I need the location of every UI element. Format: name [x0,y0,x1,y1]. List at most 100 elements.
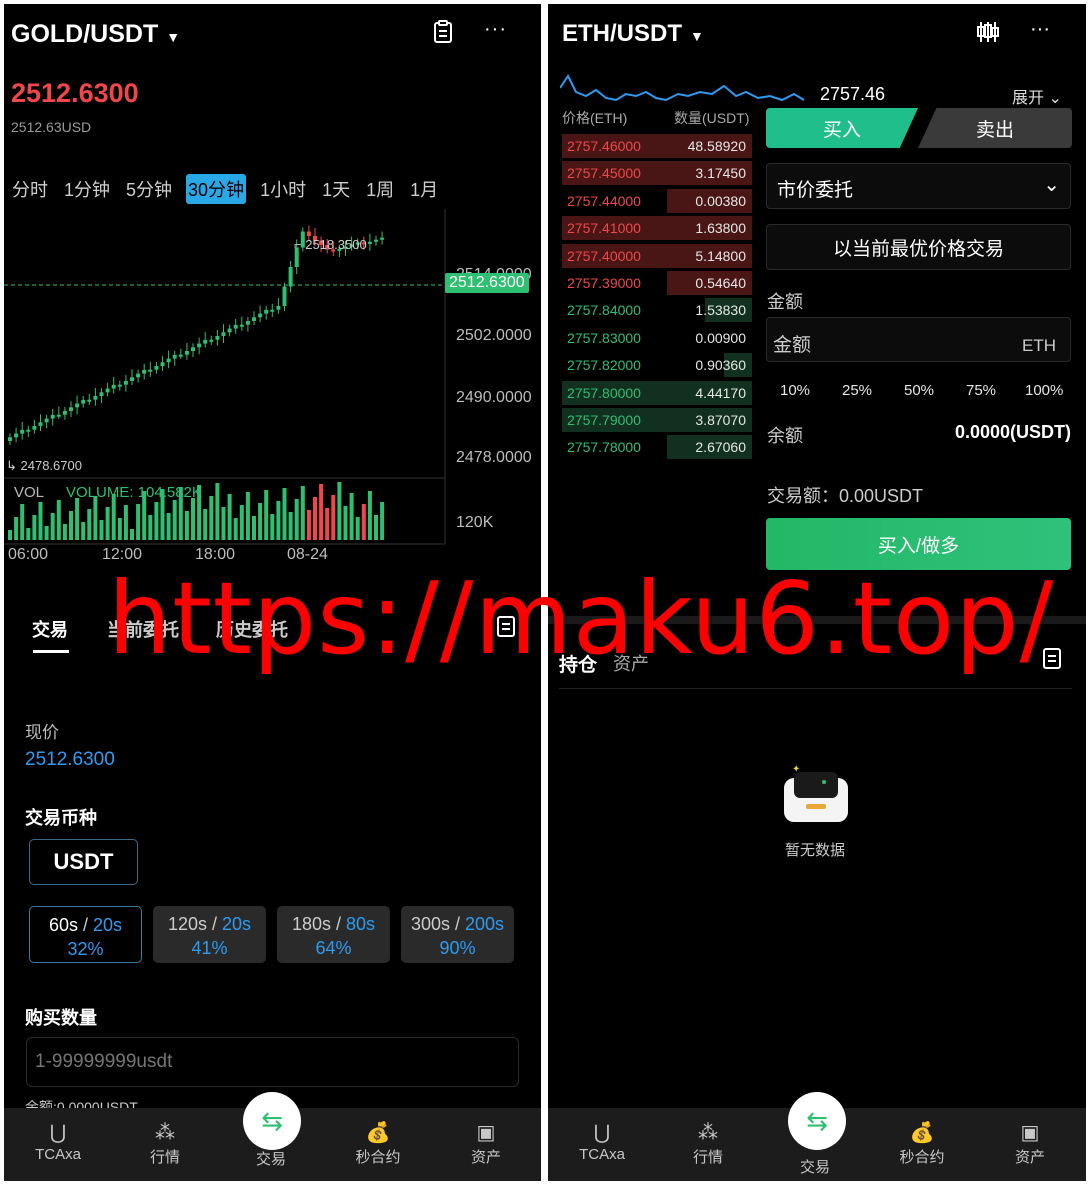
swap-icon[interactable]: ⇆ [788,1092,846,1150]
pct-75[interactable]: 75% [966,382,996,399]
swap-icon[interactable]: ⇆ [243,1092,301,1150]
ob-qty: 5.14800 [695,247,746,264]
magnet-icon: ⋃ [593,1122,611,1144]
candle-body [154,366,159,370]
bid-row[interactable]: 2757.80000 4.44170 [562,380,752,405]
kline-toggle-icon[interactable] [976,20,1000,49]
bid-row[interactable]: 2757.78000 2.67060 [562,435,752,460]
timeframe-7[interactable]: 1月 [408,174,440,204]
tab-assets[interactable]: 资产 [613,650,649,676]
pair-selector[interactable]: GOLD/USDT ▼ [11,20,180,49]
candle-body [197,343,202,348]
spark-price: 2757.46 [820,84,886,104]
duration-option[interactable]: 120s / 20s 41% [153,906,266,963]
x-tick: 06:00 [8,546,49,563]
timeframe-6[interactable]: 1周 [364,174,396,204]
tab-positions[interactable]: 持仓 [559,650,597,677]
duration-option[interactable]: 60s / 20s 32% [29,906,142,963]
candle-body [367,241,372,244]
timeframe-0[interactable]: 分时 [10,174,50,204]
volume-bar [270,514,275,540]
timeframe-1[interactable]: 1分钟 [62,174,112,204]
order-list-icon[interactable] [1042,646,1062,675]
ob-qty: 3.17450 [695,165,746,182]
nav-contract[interactable]: 💰 秒合约 [338,1120,418,1167]
timeframe-2[interactable]: 5分钟 [124,174,174,204]
tab-history-orders[interactable]: 历史委托 [216,616,288,642]
volume-bar [319,484,324,540]
nav-assets[interactable]: ▣ 资产 [446,1120,526,1167]
timeframe-3[interactable]: 30分钟 [186,174,247,204]
bid-row[interactable]: 2757.83000 0.00900 [562,326,752,350]
option-rate: 41% [191,938,228,958]
ask-row[interactable]: 2757.45000 3.17450 [562,161,752,186]
qty-input[interactable] [26,1037,519,1087]
pct-25[interactable]: 25% [842,382,872,399]
pct-50[interactable]: 50% [904,382,934,399]
volume-bar [325,508,330,540]
expand-button[interactable]: 展开 ⌄ [1012,84,1062,108]
duration-option[interactable]: 180s / 80s 64% [277,906,390,963]
order-list-icon[interactable] [496,614,516,643]
nav-assets[interactable]: ▣ 资产 [990,1120,1070,1167]
tab-current-orders[interactable]: 当前委托 [107,616,179,642]
volume-bar [191,498,195,540]
bottom-nav: ⋃ TCAxa ⁂ 行情 交易 ⇆ 💰 秒合约 ▣ 资产 [4,1092,541,1181]
nav-market[interactable]: ⁂ 行情 [668,1120,748,1167]
trade-amount: 交易额：0.00USDT [767,486,924,506]
bid-row[interactable]: 2757.84000 1.53830 [562,298,752,323]
volume-bar [349,493,354,540]
kline-chart[interactable]: 2514.0000 2502.0000 2490.0000 2478.0000 … [4,209,541,549]
pct-100[interactable]: 100% [1025,382,1063,399]
chevron-down-icon: ⌄ [1043,174,1060,196]
nav-market[interactable]: ⁂ 行情 [125,1120,205,1167]
sell-tab[interactable]: 卖出 [918,108,1072,148]
candle-body [62,411,67,415]
order-type-select[interactable]: 市价委托 ⌄ [766,163,1071,209]
bid-row[interactable]: 2757.79000 3.87070 [562,408,752,432]
coin-usdt-button[interactable]: USDT [29,839,138,885]
candle-body [374,239,378,242]
volume-bar [367,491,372,540]
buy-long-button[interactable]: 买入/做多 [766,518,1071,570]
pct-10[interactable]: 10% [780,382,810,399]
candle-body [166,358,171,363]
nav-home[interactable]: ⋃ TCAxa [562,1120,642,1163]
more-icon[interactable]: ··· [1030,18,1050,41]
volume-bar [32,515,37,540]
volume-bar [221,507,226,540]
ask-row[interactable]: 2757.44000 0.00380 [562,188,752,213]
candle-body [221,332,226,336]
ask-row[interactable]: 2757.39000 0.54640 [562,271,752,295]
document-icon[interactable] [432,20,454,50]
nav-trade[interactable]: 交易 [775,1156,855,1177]
ob-qty: 3.87070 [695,412,746,428]
volume-bar [264,490,269,540]
candle-body [270,309,275,312]
volume-bar [337,482,342,540]
duration-option[interactable]: 300s / 200s 90% [401,906,514,963]
timeframe-4[interactable]: 1小时 [258,174,308,204]
more-icon[interactable]: ··· [484,18,507,41]
current-price-label: 现价 [25,723,59,742]
amount-input[interactable]: 金额 ETH [766,317,1071,362]
ask-row[interactable]: 2757.40000 5.14800 [562,243,752,268]
timeframe-5[interactable]: 1天 [320,174,352,204]
bid-row[interactable]: 2757.82000 0.90360 [562,353,752,378]
nav-home[interactable]: ⋃ TCAxa [18,1120,98,1163]
best-price-button[interactable]: 以当前最优价格交易 [766,224,1071,270]
pair-selector[interactable]: ETH/USDT ▼ [562,20,704,48]
nav-trade[interactable]: 交易 [231,1148,311,1169]
nav-contract[interactable]: 💰 秒合约 [882,1120,962,1167]
tab-trade[interactable]: 交易 [32,616,68,642]
svg-text:✦: ✦ [792,764,800,775]
volume-bar [105,507,110,540]
volume-bar [75,498,80,540]
volume-bar [300,486,305,540]
option-time-line: 60s / 20s [48,915,123,935]
candle-body [306,231,311,236]
buy-tab[interactable]: 买入 [766,108,918,148]
ask-row[interactable]: 2757.41000 1.63800 [562,216,752,241]
ask-row[interactable]: 2757.46000 48.58920 [562,134,752,158]
candle-body [264,309,269,314]
